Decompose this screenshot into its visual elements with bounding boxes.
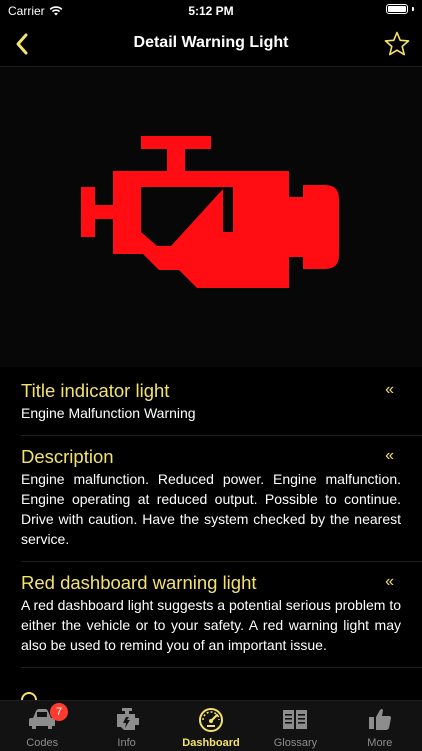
thumbs-up-icon [368, 709, 391, 730]
battery-icon [386, 4, 414, 14]
tab-more[interactable]: More [338, 701, 422, 751]
tab-info[interactable]: Info [84, 701, 168, 751]
tab-bar: 7 Codes Info Dashboard Glossary More [0, 700, 422, 751]
tab-glossary[interactable]: Glossary [253, 701, 337, 751]
section-red-warning: Red dashboard warning light « A red dash… [21, 562, 422, 668]
detail-content: Title indicator light « Engine Malfuncti… [0, 370, 422, 668]
star-outline-icon [384, 31, 410, 56]
section-heading: Title indicator light [21, 380, 170, 401]
section-description: Description « Engine malfunction. Reduce… [21, 436, 422, 562]
tab-label: More [367, 737, 393, 749]
favorite-button[interactable] [382, 29, 412, 59]
section-body: A red dashboard light suggests a potenti… [21, 597, 401, 653]
section-heading: Description [21, 446, 114, 467]
section-body: Engine malfunction. Reduced power. Engin… [21, 471, 401, 547]
warning-light-image [0, 67, 422, 367]
tab-label: Glossary [273, 737, 318, 749]
status-time: 5:12 PM [188, 4, 234, 18]
engine-info-icon [116, 708, 139, 730]
section-title-indicator: Title indicator light « Engine Malfuncti… [21, 370, 422, 436]
navigation-bar: Detail Warning Light [0, 22, 422, 67]
collapse-toggle[interactable]: « [385, 381, 394, 399]
status-bar: Carrier 5:12 PM [0, 0, 422, 22]
section-body: Engine Malfunction Warning [21, 405, 196, 421]
tab-label: Info [117, 737, 136, 749]
book-icon [283, 710, 308, 729]
check-engine-icon [81, 136, 339, 288]
collapse-toggle[interactable]: « [385, 447, 394, 465]
collapse-toggle[interactable]: « [385, 573, 394, 591]
speedometer-icon [199, 708, 224, 732]
tab-dashboard[interactable]: Dashboard [169, 701, 253, 751]
next-section-icon [21, 692, 41, 700]
page-title: Detail Warning Light [133, 34, 289, 51]
tab-codes[interactable]: 7 Codes [0, 701, 84, 751]
codes-badge: 7 [50, 703, 68, 721]
section-heading: Red dashboard warning light [21, 572, 257, 593]
tab-label: Dashboard [182, 737, 240, 749]
tab-label: Codes [26, 737, 59, 749]
